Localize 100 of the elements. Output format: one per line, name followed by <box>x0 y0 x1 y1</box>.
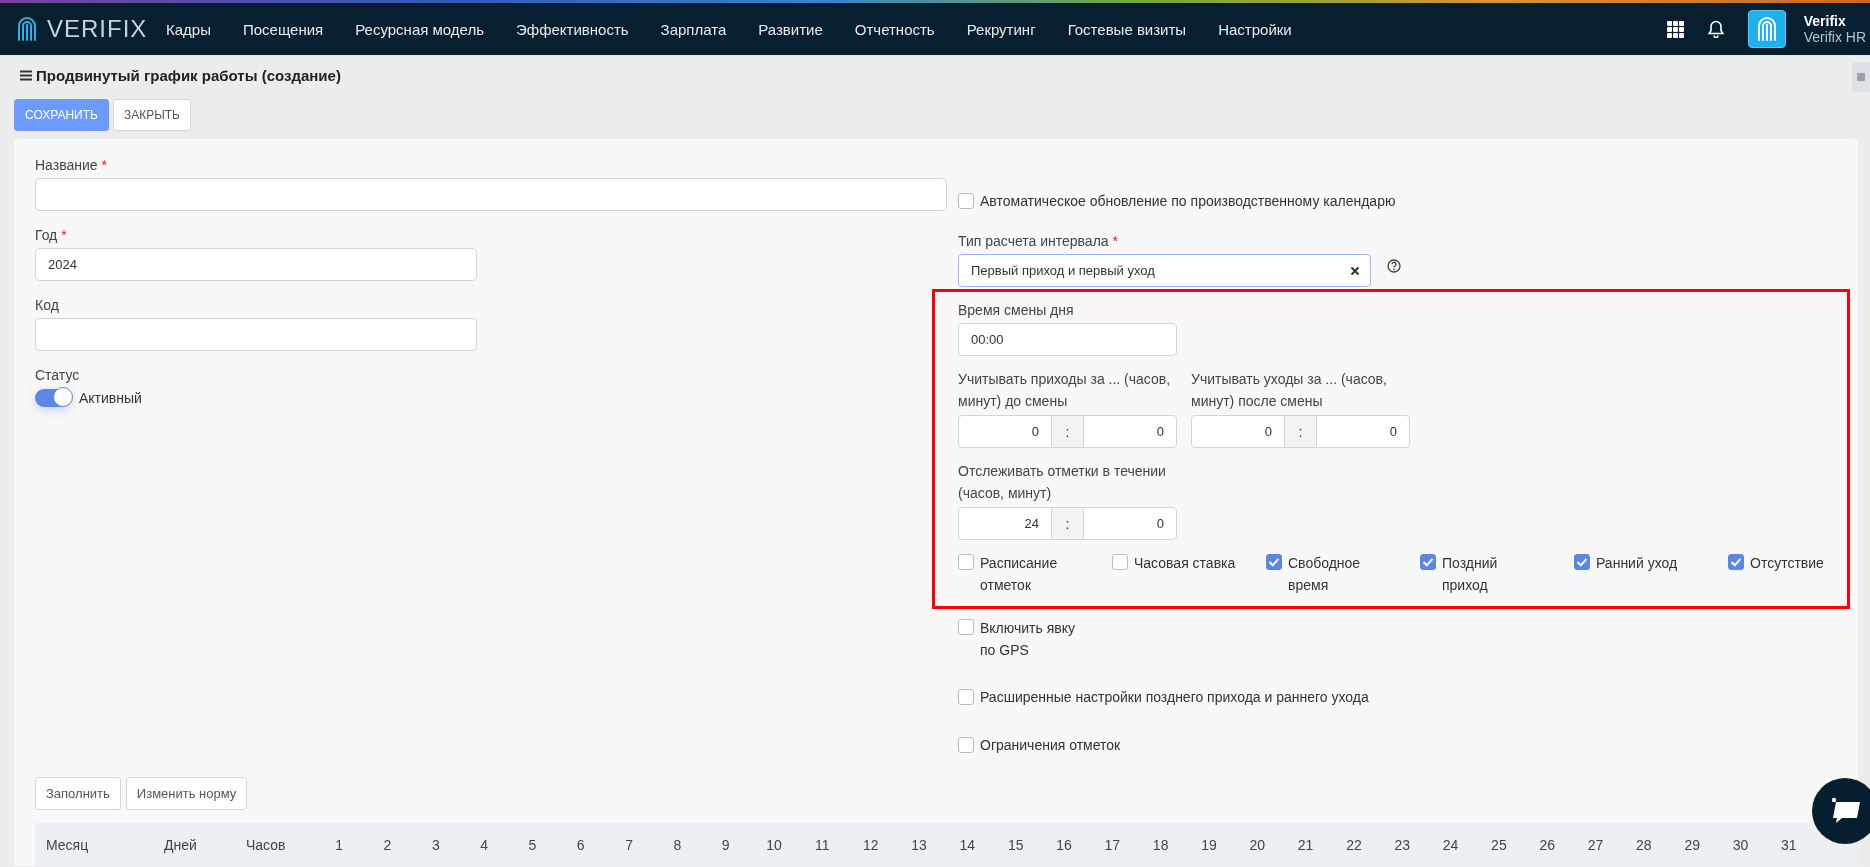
field-label: Название * <box>35 156 108 175</box>
column-header: 29 <box>1683 837 1701 853</box>
status-text: Активный <box>79 390 142 406</box>
input-field[interactable]: 2024 <box>35 248 477 281</box>
clear-icon[interactable] <box>1350 265 1360 276</box>
column-header: 20 <box>1248 837 1267 853</box>
field-label: Время смены дня <box>958 301 1075 320</box>
input-field[interactable]: 24 <box>958 507 1052 540</box>
column-header: 21 <box>1296 837 1315 853</box>
column-header: 2 <box>382 837 393 853</box>
notification-bell-icon[interactable] <box>1707 20 1724 38</box>
column-header: 11 <box>814 837 831 853</box>
separator-text: : <box>1052 415 1083 448</box>
checkbox-label: Автоматическое обновление по производственному календарю <box>980 192 1396 211</box>
column-header: Дней <box>163 837 198 853</box>
input-field[interactable]: 00:00 <box>958 323 1177 356</box>
column-header: 25 <box>1490 837 1508 853</box>
checkbox[interactable] <box>1266 554 1282 570</box>
column-header: 27 <box>1586 837 1605 853</box>
column-header: 18 <box>1151 837 1170 853</box>
nav-menu-item[interactable]: Кадры <box>166 20 211 38</box>
column-header: 6 <box>575 837 586 853</box>
help-icon[interactable] <box>1387 258 1401 273</box>
input-field[interactable]: 0 <box>1316 415 1410 448</box>
checkbox[interactable] <box>1112 554 1128 570</box>
column-header: 1 <box>334 837 345 853</box>
column-header: 14 <box>958 837 977 853</box>
nav-menu-item[interactable]: Посещения <box>242 20 324 38</box>
input-field[interactable] <box>35 178 947 211</box>
column-header: 16 <box>1055 837 1073 853</box>
action-button[interactable]: Изменить норму <box>125 777 248 810</box>
logo-text: VERIFIX <box>47 15 148 43</box>
column-header: 13 <box>910 837 928 853</box>
page-title: Продвинутый график работы (создание) <box>36 66 341 84</box>
column-header: 5 <box>527 837 538 853</box>
toggle-switch[interactable] <box>35 389 71 407</box>
nav-menu-item[interactable]: Гостевые визиты <box>1067 20 1187 38</box>
separator-text: : <box>1285 415 1316 448</box>
field-label: Код <box>35 296 60 315</box>
checkbox[interactable] <box>1420 554 1436 570</box>
nav-menu-item[interactable]: Рекрутинг <box>966 20 1036 38</box>
column-header: 19 <box>1200 837 1218 853</box>
column-header: 30 <box>1731 837 1750 853</box>
nav-menu-item[interactable]: Отчетность <box>854 20 935 38</box>
checkbox[interactable] <box>958 619 974 635</box>
avatar-icon[interactable] <box>1747 10 1786 48</box>
checkbox-label: Расширенные настройки позднего прихода и раннего ухода <box>980 688 1369 707</box>
nav-menu-item[interactable]: Настройки <box>1218 20 1292 38</box>
checkbox-label: Ранний уход <box>1596 554 1679 573</box>
checkbox-label: Свободное время <box>1288 554 1362 595</box>
nav-menu-item[interactable]: Ресурсная модель <box>355 20 485 38</box>
checkbox-label: Поздний приход <box>1442 554 1499 595</box>
nav-menu-item[interactable]: Развитие <box>758 20 823 38</box>
column-header: Месяц <box>45 837 90 853</box>
checkbox[interactable] <box>1574 554 1590 570</box>
column-header: 17 <box>1103 837 1122 853</box>
checkbox-label: Часовая ставка <box>1134 554 1237 573</box>
separator-text: : <box>1052 507 1083 540</box>
column-header: 23 <box>1393 837 1412 853</box>
input-field[interactable]: 0 <box>1191 415 1285 448</box>
column-header: 15 <box>1006 837 1025 853</box>
column-header: 10 <box>765 837 783 853</box>
input-field[interactable] <box>35 318 477 351</box>
field-label: Статус <box>35 366 81 385</box>
user-name[interactable]: Verifix <box>1803 13 1866 29</box>
checkbox[interactable] <box>958 689 974 705</box>
checkbox-label: Включить явку по GPS <box>980 619 1076 660</box>
close-button[interactable]: ЗАКРЫТЬ <box>112 99 191 131</box>
column-header: 8 <box>672 837 683 853</box>
tab-marker-icon <box>1857 73 1865 81</box>
column-header: 22 <box>1345 837 1363 853</box>
input-field[interactable]: 0 <box>1083 415 1177 448</box>
nav-menu-item[interactable]: Эффективность <box>516 20 629 38</box>
menu-icon[interactable] <box>20 69 32 81</box>
column-header: 4 <box>479 837 489 853</box>
apps-grid-icon[interactable] <box>1666 20 1684 38</box>
field-label: Год * <box>35 226 68 245</box>
column-header: 3 <box>430 837 441 853</box>
input-field[interactable]: 0 <box>1083 507 1177 540</box>
checkbox[interactable] <box>958 193 974 209</box>
column-header: 7 <box>624 837 634 853</box>
column-header: 12 <box>861 837 880 853</box>
action-button[interactable]: Заполнить <box>35 777 121 810</box>
select-field[interactable]: Первый приход и первый уход <box>958 254 1371 287</box>
checkbox[interactable] <box>958 554 974 570</box>
column-header: 28 <box>1635 837 1653 853</box>
checkbox-label: Ограничения отметок <box>980 736 1121 755</box>
checkbox[interactable] <box>958 737 974 753</box>
column-header: 31 <box>1780 837 1798 853</box>
column-header: 26 <box>1538 837 1556 853</box>
column-header: 24 <box>1441 837 1460 853</box>
field-label: Учитывать уходы за ... (часов, минут) после смены <box>1191 370 1388 411</box>
checkbox-label: Расписание отметок <box>980 554 1059 595</box>
side-tab[interactable] <box>1852 62 1870 92</box>
field-label: Учитывать приходы за ... (часов, минут) до смены <box>958 370 1172 411</box>
user-company[interactable]: Verifix HR <box>1803 29 1866 45</box>
input-field[interactable]: 0 <box>958 415 1052 448</box>
nav-menu-item[interactable]: Зарплата <box>660 20 727 38</box>
column-header: Часов <box>245 837 287 853</box>
checkbox[interactable] <box>1728 554 1744 570</box>
